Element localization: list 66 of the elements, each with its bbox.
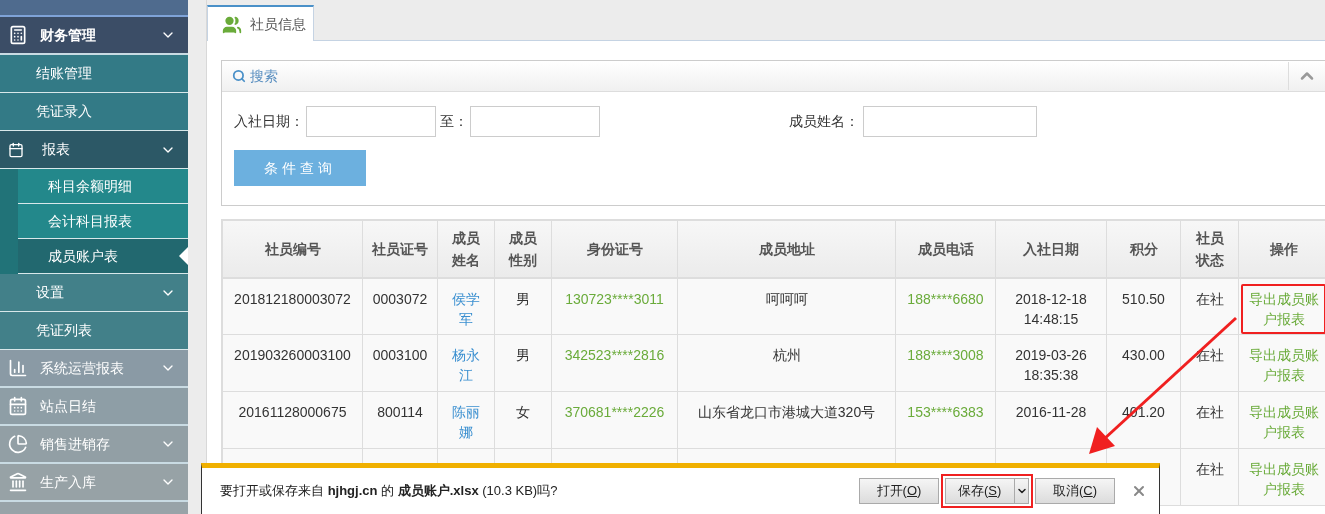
sidebar-item[interactable]: 系统运营报表 <box>0 350 188 388</box>
table-cell-text: 呵呵呵 <box>764 289 809 309</box>
sidebar-item[interactable]: 会计科目报表 <box>18 204 188 239</box>
column-header: 身份证号 <box>551 220 678 278</box>
input-field[interactable] <box>470 105 600 137</box>
table-cell-text: 800114 <box>376 403 424 422</box>
sidebar-item-partial[interactable] <box>0 0 188 17</box>
table-cell-text: 山东省龙口市港城大道320号 <box>696 403 877 422</box>
table-cell-text: 在社 <box>1194 403 1225 422</box>
sidebar-item[interactable]: 科目余额明细 <box>18 169 188 204</box>
close-icon[interactable] <box>1131 483 1147 499</box>
dialog-button[interactable]: 取消(C) <box>1035 478 1115 504</box>
table-cell-text: 2019-03-26 18:35:38 <box>1014 346 1088 385</box>
column-header: 操作 <box>1238 220 1325 278</box>
field-label: 入社日期： <box>234 111 304 131</box>
table-cell-text: 在社 <box>1194 289 1225 309</box>
table-cell-text: 0003072 <box>371 289 429 309</box>
field-label: 成员姓名： <box>789 111 859 131</box>
download-message: 要打开或保存来自 hjhgj.cn 的 成员账户.xlsx (10.3 KB)吗? <box>220 482 558 501</box>
sidebar-item[interactable]: 报表 <box>0 131 188 169</box>
table-cell-text: 201812180003072 <box>233 289 352 309</box>
table-cell-text: 男 <box>515 346 531 365</box>
column-header: 积分 <box>1106 220 1181 278</box>
sidebar-item[interactable]: 凭证列表 <box>0 312 188 350</box>
table-cell-text: 510.50 <box>1121 289 1166 309</box>
table-cell-text: 2016-11-28 <box>1014 403 1088 422</box>
column-header: 成员电话 <box>895 220 996 278</box>
table-cell-text: 2018-12-18 14:48:15 <box>1014 289 1088 329</box>
table-cell-text: 20161128000675 <box>237 403 348 422</box>
field-label: 至： <box>440 111 468 131</box>
sidebar-item[interactable]: 财务管理 <box>0 17 188 55</box>
users-icon <box>222 14 242 35</box>
input-field[interactable] <box>306 105 436 137</box>
column-header: 成员姓名 <box>437 220 495 278</box>
query-button[interactable]: 条件查询 <box>234 150 366 186</box>
table-cell-text: 男 <box>515 289 531 309</box>
table-cell-text: 188****6680 <box>906 289 985 309</box>
panel-title: 搜索 <box>250 66 278 86</box>
dropdown-caret-icon[interactable] <box>1014 479 1028 503</box>
column-header: 入社日期 <box>995 220 1107 278</box>
table-cell-text: 在社 <box>1194 460 1225 479</box>
column-header: 成员地址 <box>677 220 896 278</box>
input-field[interactable] <box>863 105 1037 137</box>
sidebar-item[interactable]: 销售进销存 <box>0 426 188 464</box>
column-header: 社员证号 <box>362 220 438 278</box>
dialog-button[interactable]: 打开(O) <box>859 478 939 504</box>
table-cell-text: 342523****2816 <box>563 346 666 365</box>
sidebar-item[interactable]: 成员账户表 <box>18 239 188 274</box>
calendar-icon <box>8 141 24 158</box>
table-cell-text: 女 <box>515 403 531 422</box>
column-header: 社员编号 <box>222 220 363 278</box>
export-link[interactable]: 导出成员账户报表 <box>1241 283 1325 334</box>
table-cell-text: 153****6383 <box>906 403 985 422</box>
table-cell-text: 杭州 <box>771 346 802 365</box>
column-header: 成员性别 <box>494 220 552 278</box>
table-cell-text: 130723****3011 <box>564 289 665 309</box>
sidebar-item[interactable]: 站点日结 <box>0 388 188 426</box>
table-cell-text: 188****3008 <box>906 346 985 365</box>
sidebar-item[interactable]: 设置 <box>0 274 188 312</box>
table-cell-text: 370681****2226 <box>563 403 666 422</box>
table-cell-text: 430.00 <box>1121 346 1166 365</box>
search-icon <box>232 69 246 83</box>
column-header: 社员状态 <box>1180 220 1239 278</box>
tab[interactable]: 社员信息 <box>207 5 314 42</box>
table-cell-text: 0003100 <box>371 346 429 365</box>
table-cell-text: 201903260003100 <box>233 346 352 365</box>
